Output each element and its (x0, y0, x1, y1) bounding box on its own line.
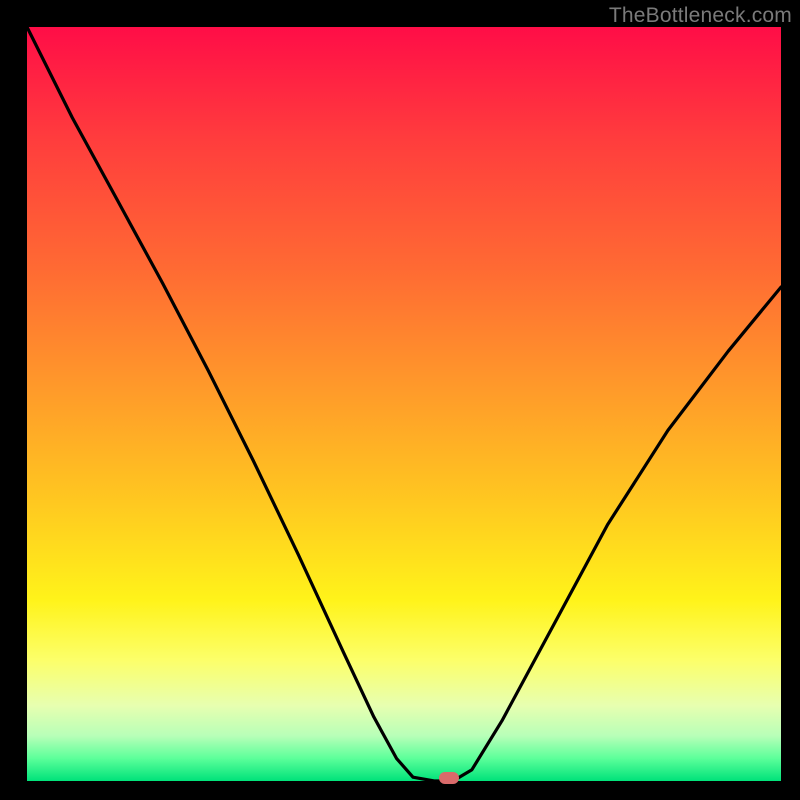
plot-area (27, 27, 781, 781)
bottleneck-curve (27, 27, 781, 781)
optimum-marker (439, 772, 459, 784)
watermark-text: TheBottleneck.com (609, 4, 792, 28)
chart-frame: TheBottleneck.com (0, 0, 800, 800)
